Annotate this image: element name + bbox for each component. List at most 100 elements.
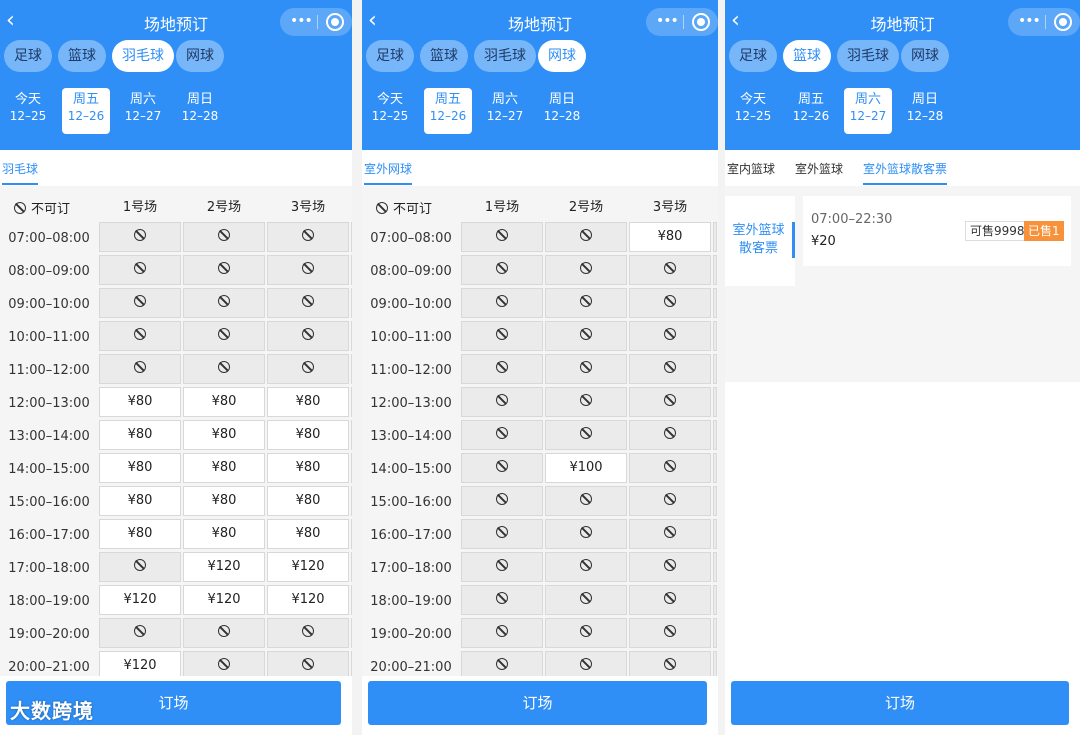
slot-available[interactable]: ¥80 (267, 519, 349, 549)
time-slot-label: 12:00–13:00 (370, 396, 452, 411)
sport-tab[interactable]: 篮球 (783, 40, 831, 72)
slot-unavailable (461, 222, 543, 252)
venue-tab[interactable]: 室外篮球 (795, 160, 843, 177)
slot-available[interactable]: ¥80 (183, 453, 265, 483)
slot-unavailable (629, 453, 711, 483)
date-tab[interactable]: 周六 12–27 (481, 88, 529, 134)
date-tab-date: 12–27 (124, 109, 162, 123)
target-icon[interactable] (692, 13, 710, 31)
ticket-category[interactable]: 室外篮球散客票 (725, 196, 795, 286)
slot-available[interactable]: ¥100 (545, 453, 627, 483)
slot-available[interactable]: ¥120 (267, 585, 349, 615)
slot-available[interactable]: ¥80 (183, 519, 265, 549)
venue-tab[interactable]: 羽毛球 (2, 160, 39, 185)
slot-available[interactable]: ¥80 (99, 486, 181, 516)
panel-divider (352, 0, 362, 735)
more-dots-icon[interactable]: ••• (290, 13, 313, 29)
date-tab[interactable]: 周日 12–28 (901, 88, 949, 134)
slot-available[interactable]: ¥80 (267, 486, 349, 516)
slot-unavailable (629, 552, 711, 582)
book-button[interactable]: 订场 (368, 681, 707, 725)
time-slot-label: 18:00–19:00 (8, 594, 90, 609)
date-tab-day: 今天 (14, 92, 41, 107)
sport-tab[interactable]: 足球 (4, 40, 52, 72)
slot-unavailable (629, 519, 711, 549)
unavailable-icon (664, 526, 676, 538)
sport-tab[interactable]: 足球 (729, 40, 777, 72)
date-tab[interactable]: 周六 12–27 (119, 88, 167, 134)
date-tab[interactable]: 周五 12–26 (424, 88, 472, 134)
time-slot-label: 11:00–12:00 (370, 363, 452, 378)
date-tab[interactable]: 周日 12–28 (538, 88, 586, 134)
date-tab[interactable]: 今天 12–25 (729, 88, 777, 134)
slot-available[interactable]: ¥80 (629, 222, 711, 252)
sport-tab[interactable]: 篮球 (58, 40, 106, 72)
slot-unavailable (183, 222, 265, 252)
slot-partial (713, 585, 717, 615)
date-tab-day: 周六 (491, 92, 518, 107)
more-dots-icon[interactable]: ••• (1018, 13, 1041, 29)
date-tab[interactable]: 周六 12–27 (844, 88, 892, 134)
unavailable-icon (496, 262, 508, 274)
booking-grid-area: 室外网球 不可订 1号场 2号场 3号场 07:00–08:00 08:00–09:00 09… (362, 150, 718, 735)
slot-unavailable (629, 420, 711, 450)
sport-tab[interactable]: 网球 (538, 40, 586, 72)
ticket-card[interactable]: 07:00–22:30 ¥20 可售9998 已售1 (803, 196, 1071, 266)
unavailable-icon (302, 658, 314, 670)
date-tab[interactable]: 今天 12–25 (366, 88, 414, 134)
more-dots-icon[interactable]: ••• (656, 13, 679, 29)
target-icon[interactable] (1054, 13, 1072, 31)
venue-tab[interactable]: 室内篮球 (727, 160, 775, 177)
slot-available[interactable]: ¥80 (99, 387, 181, 417)
book-button[interactable]: 订场 (731, 681, 1069, 725)
slot-unavailable (183, 255, 265, 285)
slot-unavailable (267, 618, 349, 648)
venue-tab[interactable]: 室外网球 (364, 160, 413, 185)
slot-available[interactable]: ¥80 (183, 486, 265, 516)
slot-available[interactable]: ¥80 (99, 420, 181, 450)
date-tab[interactable]: 周日 12–28 (176, 88, 224, 134)
slot-unavailable (461, 420, 543, 450)
slot-available[interactable]: ¥80 (99, 519, 181, 549)
slot-available[interactable]: ¥80 (267, 453, 349, 483)
sport-tab[interactable]: 网球 (176, 40, 224, 72)
sport-tab[interactable]: 羽毛球 (837, 40, 899, 72)
slot-available[interactable]: ¥120 (267, 552, 349, 582)
slot-unavailable (99, 255, 181, 285)
date-tab[interactable]: 今天 12–25 (4, 88, 52, 134)
unavailable-icon (134, 361, 146, 373)
sport-tab[interactable]: 羽毛球 (474, 40, 536, 72)
slot-partial (713, 486, 717, 516)
sport-tab[interactable]: 网球 (901, 40, 949, 72)
date-tab-day: 周日 (911, 92, 938, 107)
date-tab[interactable]: 周五 12–26 (787, 88, 835, 134)
slot-available[interactable]: ¥80 (183, 387, 265, 417)
slot-unavailable (545, 354, 627, 384)
slot-unavailable (545, 222, 627, 252)
slot-available[interactable]: ¥120 (183, 585, 265, 615)
venue-tab[interactable]: 室外篮球散客票 (863, 160, 948, 185)
slot-unavailable (545, 321, 627, 351)
date-tab[interactable]: 周五 12–26 (62, 88, 110, 134)
slot-unavailable (99, 552, 181, 582)
slot-available[interactable]: ¥80 (183, 420, 265, 450)
slot-available[interactable]: ¥80 (267, 420, 349, 450)
unavailable-icon (664, 328, 676, 340)
legend-unavailable: 不可订 (376, 198, 432, 217)
book-bar: 订场 (362, 676, 718, 735)
slot-available[interactable]: ¥120 (183, 552, 265, 582)
sport-tab[interactable]: 足球 (366, 40, 414, 72)
slot-available[interactable]: ¥120 (99, 585, 181, 615)
time-slot-label: 19:00–20:00 (370, 627, 452, 642)
sport-tab[interactable]: 篮球 (420, 40, 468, 72)
sport-tab[interactable]: 羽毛球 (112, 40, 174, 72)
unavailable-icon (218, 658, 230, 670)
target-icon[interactable] (326, 13, 344, 31)
unavailable-icon (134, 625, 146, 637)
court-header: 3号场 (290, 200, 326, 215)
unavailable-icon (664, 625, 676, 637)
header: ‹ 场地预订 ••• 足球 篮球 羽毛球 网球 今天 12–25 周五 12–26 周六 12–27 周日… (725, 0, 1080, 150)
slot-available[interactable]: ¥80 (99, 453, 181, 483)
slot-available[interactable]: ¥80 (267, 387, 349, 417)
slot-unavailable (461, 354, 543, 384)
